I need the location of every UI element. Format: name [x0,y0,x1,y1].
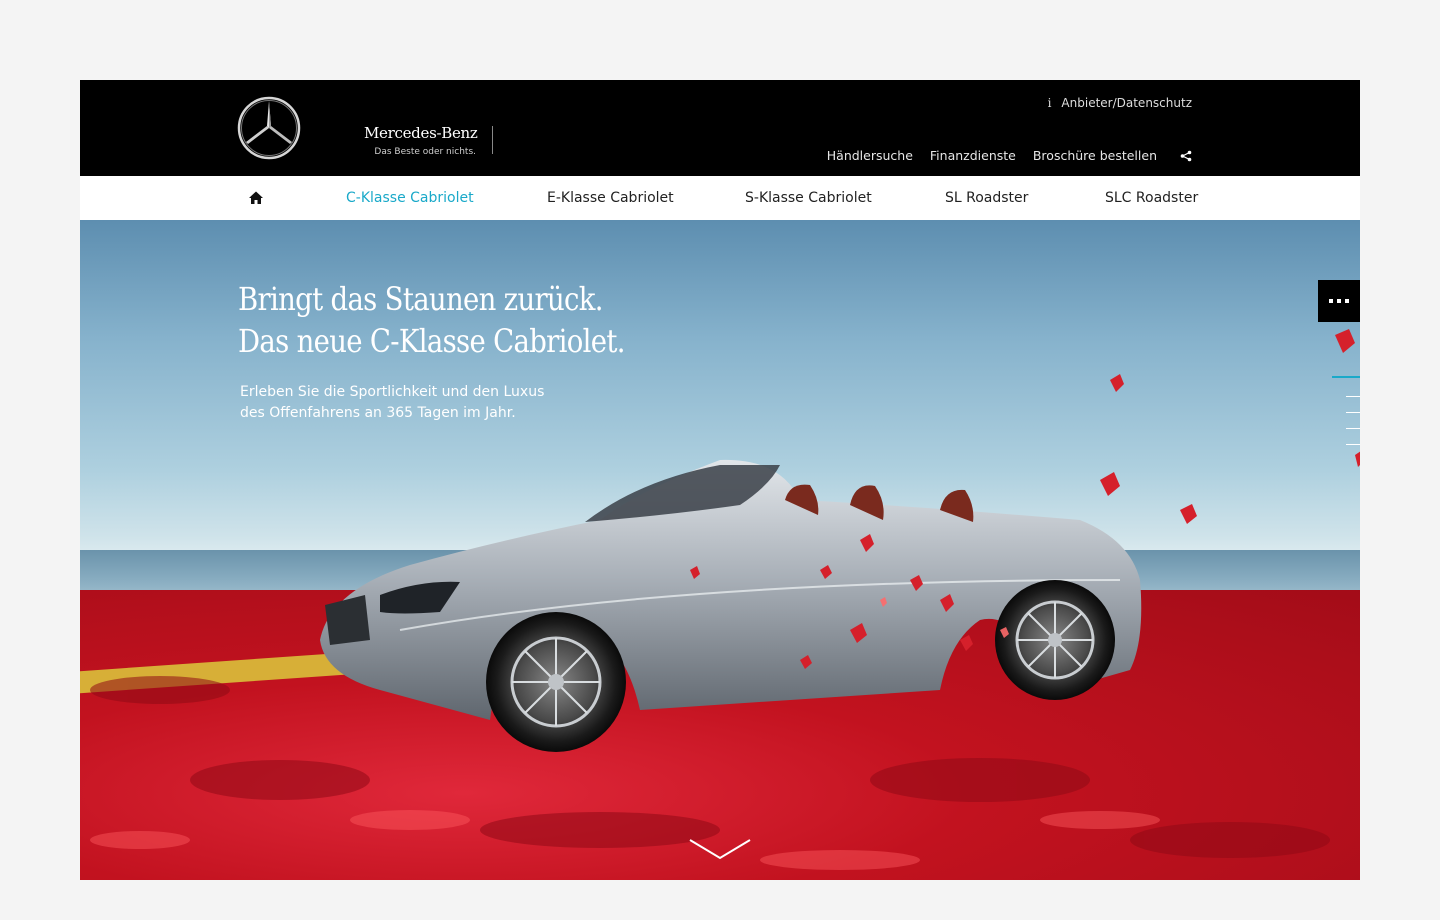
model-nav: C-Klasse Cabriolet E-Klasse Cabriolet S-… [80,176,1360,220]
hero-stage: Bringt das Staunen zurück. Das neue C-Kl… [80,220,1360,880]
brand-block[interactable]: Mercedes-Benz Das Beste oder nichts. [364,124,478,157]
nav-item-sl-roadster[interactable]: SL Roadster [945,190,1028,206]
site-header: Mercedes-Benz Das Beste oder nichts. i A… [80,80,1360,176]
hero-headline: Bringt das Staunen zurück. Das neue C-Kl… [238,278,625,362]
share-icon[interactable] [1180,150,1192,162]
nav-item-slc-roadster[interactable]: SLC Roadster [1105,190,1198,206]
hero-subtext: Erleben Sie die Sportlichkeit und den Lu… [240,384,545,421]
brand-tagline: Das Beste oder nichts. [374,147,476,157]
brand-name: Mercedes-Benz [364,124,478,142]
progress-active-marker [1332,376,1360,378]
util-financial-services[interactable]: Finanzdienste [930,148,1016,163]
nav-item-s-klasse-cabriolet[interactable]: S-Klasse Cabriolet [745,190,872,206]
hero-headline-line-2: Das neue C-Klasse Cabriolet. [238,322,625,360]
progress-tick[interactable] [1346,428,1360,429]
nav-item-c-klasse-cabriolet[interactable]: C-Klasse Cabriolet [346,190,474,206]
util-dealer-search[interactable]: Händlersuche [827,148,913,163]
progress-tick[interactable] [1346,396,1360,397]
more-dot [1345,299,1349,303]
legal-link[interactable]: i Anbieter/Datenschutz [1048,96,1192,110]
more-dot [1329,299,1333,303]
hero-headline-line-1: Bringt das Staunen zurück. [238,280,603,318]
more-dots-icon[interactable] [1318,280,1360,322]
progress-tick[interactable] [1346,412,1360,413]
utility-nav: Händlersuche Finanzdienste Broschüre bes… [827,148,1192,163]
section-progress-indicator[interactable] [1332,376,1360,456]
legal-link-label: Anbieter/Datenschutz [1061,96,1192,110]
chevron-down-icon[interactable] [688,836,752,864]
home-icon[interactable] [248,190,264,206]
info-icon: i [1047,96,1052,110]
more-dot [1337,299,1341,303]
util-order-brochure[interactable]: Broschüre bestellen [1033,148,1157,163]
progress-tick[interactable] [1346,444,1360,445]
page-frame: Mercedes-Benz Das Beste oder nichts. i A… [80,80,1360,880]
nav-item-e-klasse-cabriolet[interactable]: E-Klasse Cabriolet [547,190,674,206]
brand-divider [492,126,493,154]
mercedes-star-logo[interactable] [237,96,301,160]
